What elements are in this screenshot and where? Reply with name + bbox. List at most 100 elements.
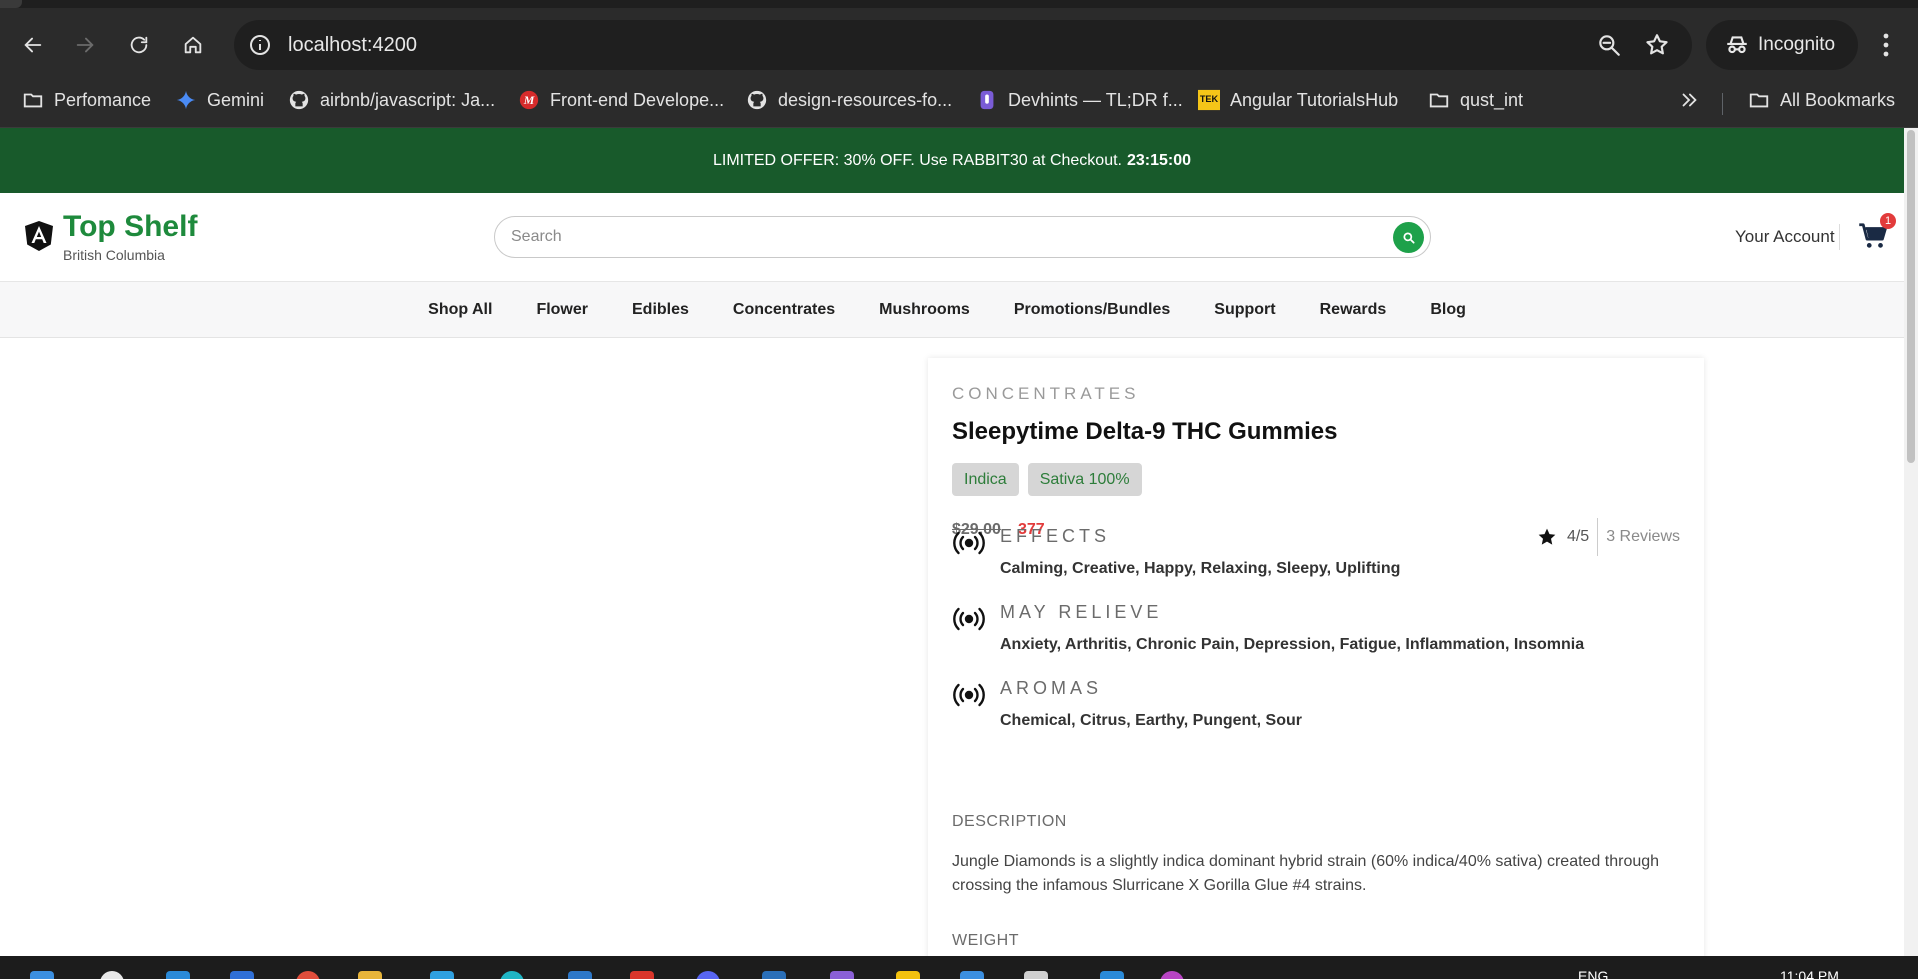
cart-count-badge: 1: [1880, 213, 1896, 229]
app-icon[interactable]: [830, 971, 854, 979]
incognito-icon: [1727, 36, 1747, 54]
reload-icon: [130, 36, 148, 54]
home-button[interactable]: [178, 30, 208, 60]
brand-region: British Columbia: [63, 247, 165, 263]
nav-flower[interactable]: Flower: [536, 301, 588, 319]
app-icon[interactable]: [630, 971, 654, 979]
promo-timer: 23:15:00: [1126, 151, 1192, 169]
home-icon: [184, 36, 202, 54]
bookmark-qust-int[interactable]: qust_int: [1428, 85, 1523, 115]
bookmark-star-icon[interactable]: [1644, 32, 1670, 58]
taskbar-clock[interactable]: 11:04 PM: [1780, 968, 1839, 979]
nav-rewards[interactable]: Rewards: [1320, 301, 1387, 319]
site-info-icon[interactable]: [248, 33, 272, 57]
bookmark-frontend[interactable]: M Front-end Develope...: [518, 85, 724, 115]
strain-tags: Indica Sativa 100%: [952, 463, 1142, 496]
aromas-heading: AROMAS: [1000, 678, 1103, 698]
your-account-link[interactable]: Your Account: [1735, 227, 1835, 247]
app-icon[interactable]: [568, 971, 592, 979]
all-bookmarks-label: All Bookmarks: [1780, 89, 1896, 110]
strain-tag: Indica: [952, 463, 1019, 496]
bookmark-label: Gemini: [207, 89, 265, 110]
app-icon[interactable]: [1160, 971, 1184, 979]
brand-name[interactable]: Top Shelf: [63, 210, 197, 244]
app-icon[interactable]: [230, 971, 254, 979]
all-bookmarks-button[interactable]: All Bookmarks: [1748, 85, 1895, 115]
m-logo-icon: M: [518, 89, 540, 111]
search-button[interactable]: [1393, 222, 1424, 253]
description-heading: DESCRIPTION: [952, 813, 1067, 830]
bookmark-label: Perfomance: [54, 89, 152, 110]
url-text[interactable]: localhost:4200: [288, 34, 417, 57]
app-icon[interactable]: [960, 971, 984, 979]
product-details-card: CONCENTRATES Sleepytime Delta-9 THC Gumm…: [928, 358, 1704, 979]
app-icon[interactable]: [1100, 971, 1124, 979]
bookmark-label: Angular TutorialsHub: [1230, 89, 1399, 110]
app-icon[interactable]: [430, 971, 454, 979]
reload-button[interactable]: [124, 30, 154, 60]
bookmark-devhints[interactable]: Devhints — TL;DR f...: [976, 85, 1183, 115]
bookmark-label: Front-end Develope...: [550, 89, 725, 110]
forward-button[interactable]: [70, 30, 100, 60]
address-bar[interactable]: localhost:4200: [234, 20, 1692, 70]
category-nav: Shop All Flower Edibles Concentrates Mus…: [0, 282, 1904, 338]
tab-strip: [0, 0, 1918, 8]
bookmark-label: design-resources-fo...: [778, 89, 953, 110]
file-explorer-icon[interactable]: [358, 971, 382, 979]
app-icon[interactable]: [896, 971, 920, 979]
nav-concentrates[interactable]: Concentrates: [733, 301, 835, 319]
reviews-link[interactable]: 3 Reviews: [1598, 528, 1680, 546]
nav-shop-all[interactable]: Shop All: [428, 301, 492, 319]
bookmark-design-resources[interactable]: design-resources-fo...: [746, 85, 952, 115]
effects-heading: EFFECTS: [1000, 526, 1111, 546]
site-header: Top Shelf British Columbia Your Account …: [0, 193, 1904, 282]
nav-promotions-bundles[interactable]: Promotions/Bundles: [1014, 301, 1170, 319]
back-button[interactable]: [18, 30, 48, 60]
devhints-icon: [976, 89, 998, 111]
nav-blog[interactable]: Blog: [1430, 301, 1466, 319]
bookmarks-divider: [1722, 93, 1723, 115]
incognito-chip[interactable]: Incognito: [1706, 20, 1858, 70]
header-divider: [1839, 224, 1840, 250]
bookmark-angular-tutorialshub[interactable]: TEK Angular TutorialsHub: [1198, 85, 1398, 115]
nav-edibles[interactable]: Edibles: [632, 301, 689, 319]
github-icon: [746, 89, 768, 111]
os-taskbar: ENG 11:04 PM: [0, 956, 1918, 979]
product-description: Jungle Diamonds is a slightly indica dom…: [952, 853, 1660, 894]
search-icon[interactable]: [100, 971, 124, 979]
arrow-left-icon: [24, 37, 42, 53]
promo-text: LIMITED OFFER: 30% OFF. Use RABBIT30 at …: [712, 151, 1122, 169]
windows-start-icon[interactable]: [30, 971, 54, 979]
github-icon: [288, 89, 310, 111]
star-icon: [1538, 528, 1556, 545]
svg-text:TEK: TEK: [1200, 94, 1219, 104]
aromas-values: Chemical, Citrus, Earthy, Pungent, Sour: [1000, 712, 1302, 729]
angular-logo-icon[interactable]: [24, 220, 54, 252]
broadcast-icon: [953, 531, 985, 555]
svg-text:M: M: [523, 93, 535, 107]
chrome-icon[interactable]: [296, 971, 320, 979]
scrollbar-thumb[interactable]: [1907, 130, 1915, 463]
language-indicator[interactable]: ENG: [1578, 968, 1608, 979]
folder-icon: [22, 89, 44, 111]
search-icon: [1402, 231, 1415, 244]
product-title: Sleepytime Delta-9 THC Gummies: [952, 418, 1338, 445]
more-bookmarks-button[interactable]: [1678, 85, 1700, 115]
app-icon[interactable]: [166, 971, 190, 979]
zoom-out-icon[interactable]: [1596, 32, 1622, 58]
bookmark-label: airbnb/javascript: Ja...: [320, 89, 496, 110]
nav-mushrooms[interactable]: Mushrooms: [879, 301, 970, 319]
nav-support[interactable]: Support: [1214, 301, 1275, 319]
bookmarks-bar: Perfomance Gemini airbnb/javascript: Ja.…: [0, 77, 1918, 128]
app-icon[interactable]: [762, 971, 786, 979]
app-icon[interactable]: [1024, 971, 1048, 979]
page-scrollbar[interactable]: [1904, 128, 1918, 956]
browser-menu-icon[interactable]: [1874, 30, 1898, 60]
active-tab-edge[interactable]: [0, 0, 22, 8]
search-input[interactable]: [511, 217, 1371, 257]
app-icon[interactable]: [500, 971, 524, 979]
bookmark-gemini[interactable]: Gemini: [175, 85, 264, 115]
app-icon[interactable]: [696, 971, 720, 979]
bookmark-airbnb[interactable]: airbnb/javascript: Ja...: [288, 85, 495, 115]
bookmark-perfomance[interactable]: Perfomance: [22, 85, 151, 115]
